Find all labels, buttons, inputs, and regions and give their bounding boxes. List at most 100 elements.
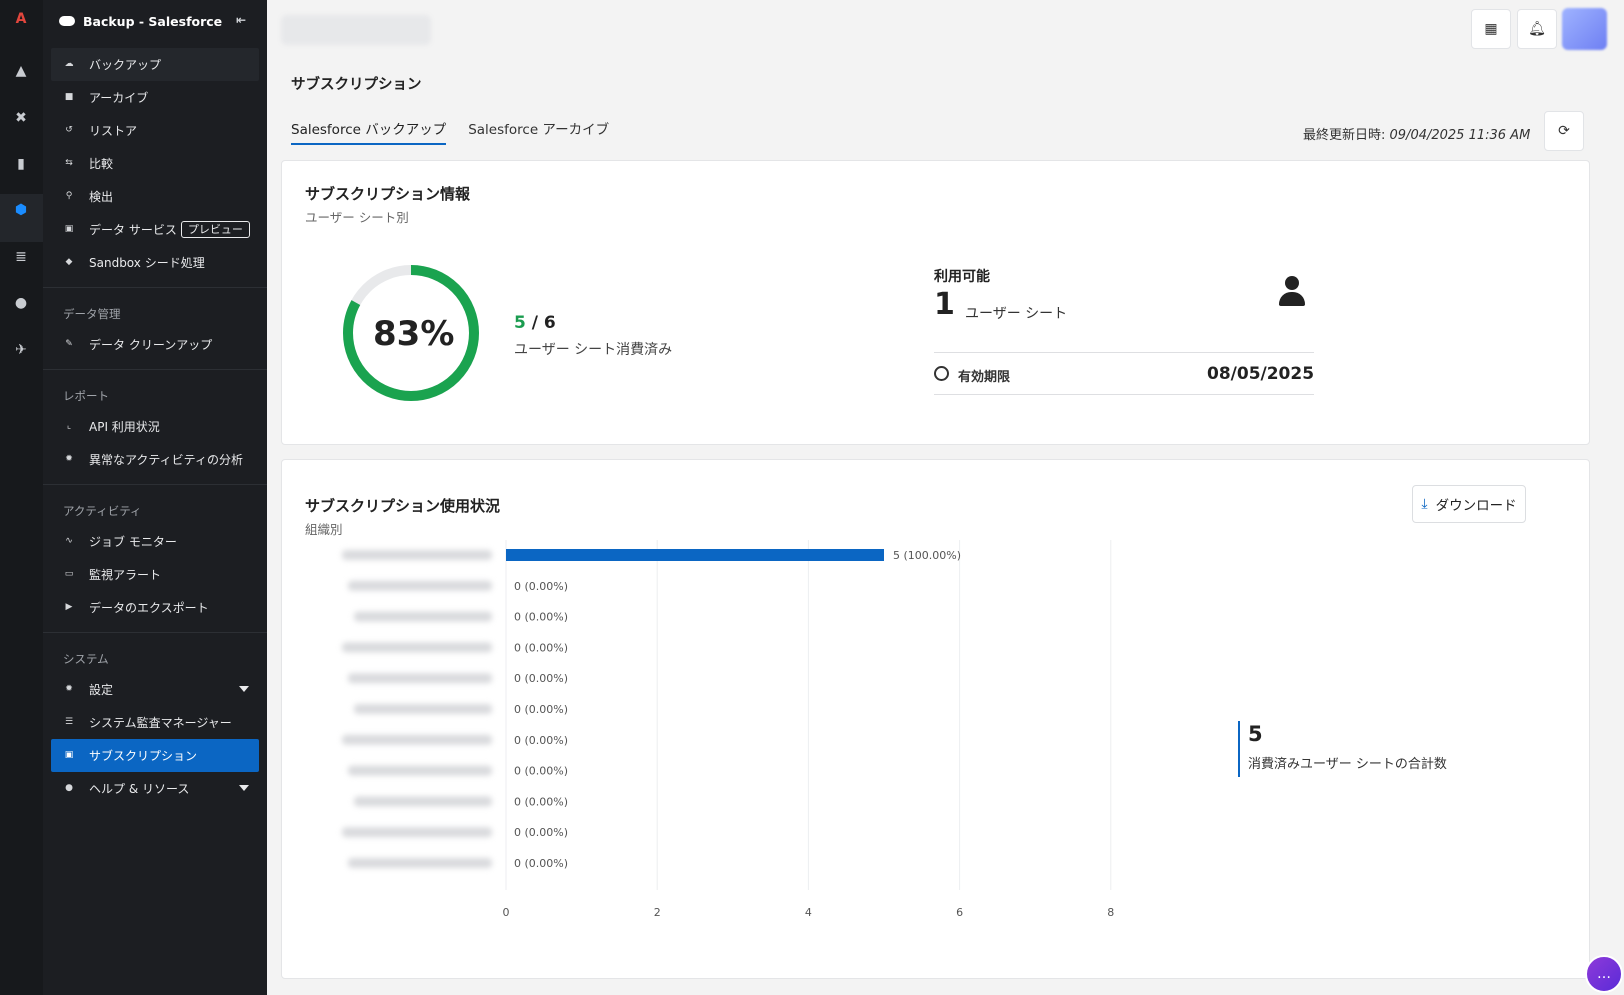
line-chart-icon: ⌞ [66, 421, 72, 431]
sidebar-divider [43, 287, 267, 288]
bar-data-label: 0 (0.00%) [514, 580, 568, 593]
total-consumed-caption: 消費済みユーザー シートの合計数 [1248, 757, 1447, 772]
chat-icon[interactable]: ● [10, 292, 32, 314]
sandbox-icon: ◆ [65, 257, 73, 267]
section-reports: レポート [63, 389, 109, 403]
avatar[interactable] [1562, 8, 1607, 50]
shield-icon[interactable]: ⬢ [10, 199, 32, 221]
org-selector[interactable] [281, 15, 431, 45]
legend-accent [1238, 721, 1240, 777]
tab-salesforce-backup[interactable]: Salesforce バックアップ [291, 118, 447, 145]
sidebar-item-restore[interactable]: ↺ リストア [51, 114, 259, 147]
category-label-placeholder [342, 550, 492, 560]
sidebar-item-api-usage[interactable]: ⌞ API 利用状況 [51, 410, 259, 443]
data-service-icon: ▣ [64, 224, 74, 234]
sidebar-item-compare[interactable]: ⇆ 比較 [51, 147, 259, 180]
seat-ratio: 5 / 6 [514, 313, 556, 333]
sidebar-item-settings[interactable]: ✹ 設定 [51, 673, 259, 706]
archive-icon: ■ [64, 92, 74, 102]
category-label-placeholder [348, 858, 492, 868]
bar-data-label: 0 (0.00%) [514, 672, 568, 685]
bar-data-label: 0 (0.00%) [514, 857, 568, 870]
sidebar-item-sandbox[interactable]: ◆ Sandbox シード処理 [51, 246, 259, 279]
sidebar-item-label: リストア [89, 124, 138, 138]
sidebar-divider [43, 484, 267, 485]
bell-icon: 🔔︎ [1528, 21, 1546, 37]
available-unit: ユーザー シート [965, 306, 1068, 322]
percent-label: 83% [373, 314, 455, 354]
sidebar-item-discover[interactable]: ⚲ 検出 [51, 180, 259, 213]
download-button[interactable]: ⤓ ダウンロード [1412, 485, 1526, 523]
bar-data-label: 0 (0.00%) [514, 641, 568, 654]
calendar-button[interactable]: ▦ [1471, 9, 1511, 49]
alert-icon[interactable]: ▲ [10, 60, 32, 82]
bar-data-label: 0 (0.00%) [514, 795, 568, 808]
sidebar-item-label: データ クリーンアップ [89, 338, 213, 352]
notifications-button[interactable]: 🔔︎ [1517, 9, 1557, 49]
sidebar-item-label: システム監査マネージャー [89, 716, 232, 730]
category-label-placeholder [348, 580, 492, 591]
sidebar-item-backup[interactable]: ☁ バックアップ [51, 48, 259, 81]
page-title: サブスクリプション [291, 77, 422, 93]
sidebar-item-label: 異常なアクティビティの分析 [89, 453, 243, 467]
subscription-usage-card: サブスクリプション使用状況 組織別 024685 (100.00%) 0 (0.0… [281, 459, 1590, 979]
sidebar-item-data-service[interactable]: ▣ データ サービス プレビュー [51, 213, 259, 246]
available-count: 1 [934, 287, 955, 322]
sidebar-item-archive[interactable]: ■ アーカイブ [51, 81, 259, 114]
bar-data-label: 0 (0.00%) [514, 734, 568, 747]
expiry-label: 有効期限 [958, 370, 1011, 385]
sidebar-item-label: 監視アラート [89, 568, 162, 582]
restore-icon: ↺ [65, 125, 73, 135]
tab-bar: Salesforce バックアップ Salesforce アーカイブ [291, 118, 609, 145]
sidebar-item-data-export[interactable]: ▶ データのエクスポート [51, 591, 259, 624]
download-icon: ⤓ [1421, 496, 1428, 512]
sidebar-item-monitor-alerts[interactable]: ▭ 監視アラート [51, 558, 259, 591]
section-data-management: データ管理 [63, 307, 121, 321]
sidebar-item-data-cleanup[interactable]: ✎ データ クリーンアップ [51, 328, 259, 361]
category-label-placeholder [348, 765, 492, 776]
sidebar-item-label: データ サービス [89, 223, 177, 237]
collapse-sidebar-icon[interactable]: ⇤ [236, 13, 246, 27]
refresh-button[interactable]: ⟳ [1544, 111, 1584, 151]
sidebar-header: Backup - Salesforce ⇤ [43, 0, 267, 42]
ratio-slash: / [525, 313, 544, 333]
sidebar-title: Backup - Salesforce [83, 13, 223, 29]
sidebar-item-label: ジョブ モニター [89, 535, 177, 549]
help-icon: ● [65, 783, 73, 793]
sidebar-item-subscription[interactable]: ▣ サブスクリプション [51, 739, 259, 772]
tab-salesforce-archive[interactable]: Salesforce アーカイブ [468, 118, 609, 145]
database-icon[interactable]: ≣ [10, 246, 32, 268]
chat-assistant-button[interactable]: … [1585, 955, 1623, 993]
card-title: サブスクリプション情報 [305, 185, 471, 203]
x-tick-label: 2 [654, 906, 661, 919]
sidebar-divider [43, 632, 267, 633]
sidebar-item-audit-manager[interactable]: ☰ システム監査マネージャー [51, 706, 259, 739]
category-label-placeholder [342, 642, 492, 653]
last-updated: 最終更新日時: 09/04/2025 11:36 AM [1303, 124, 1530, 143]
sidebar-item-help[interactable]: ● ヘルプ & リソース [51, 772, 259, 805]
category-label-placeholder [342, 734, 492, 745]
bar-data-label: 0 (0.00%) [514, 826, 568, 839]
chevron-down-icon[interactable] [239, 785, 249, 791]
plane-icon[interactable]: ✈ [10, 339, 32, 361]
bar-data-label: 0 (0.00%) [514, 611, 568, 624]
app-logo-icon[interactable]: A [10, 8, 32, 30]
sidebar-item-job-monitor[interactable]: ∿ ジョブ モニター [51, 525, 259, 558]
download-label: ダウンロード [1435, 498, 1517, 514]
x-tick-label: 8 [1107, 906, 1114, 919]
chevron-down-icon[interactable] [239, 686, 249, 692]
sidebar-item-label: 設定 [89, 683, 114, 697]
salesforce-cloud-icon [59, 16, 75, 26]
bar [506, 549, 884, 561]
total-consumed-value: 5 [1248, 722, 1263, 746]
tools-icon[interactable]: ✖ [10, 107, 32, 129]
document-icon[interactable]: ▮ [10, 153, 32, 175]
sidebar-item-label: バックアップ [89, 58, 162, 72]
refresh-icon: ⟳ [1558, 123, 1570, 139]
sidebar: Backup - Salesforce ⇤ ☁ バックアップ ■ アーカイブ ↺… [43, 0, 267, 995]
sidebar-item-anomaly[interactable]: ✹ 異常なアクティビティの分析 [51, 443, 259, 476]
sidebar-item-label: アーカイブ [89, 91, 149, 105]
icon-rail: A ▲ ✖ ▮ ⬢ ≣ ● ✈ [0, 0, 43, 995]
divider [934, 394, 1314, 395]
available-title: 利用可能 [934, 269, 990, 285]
